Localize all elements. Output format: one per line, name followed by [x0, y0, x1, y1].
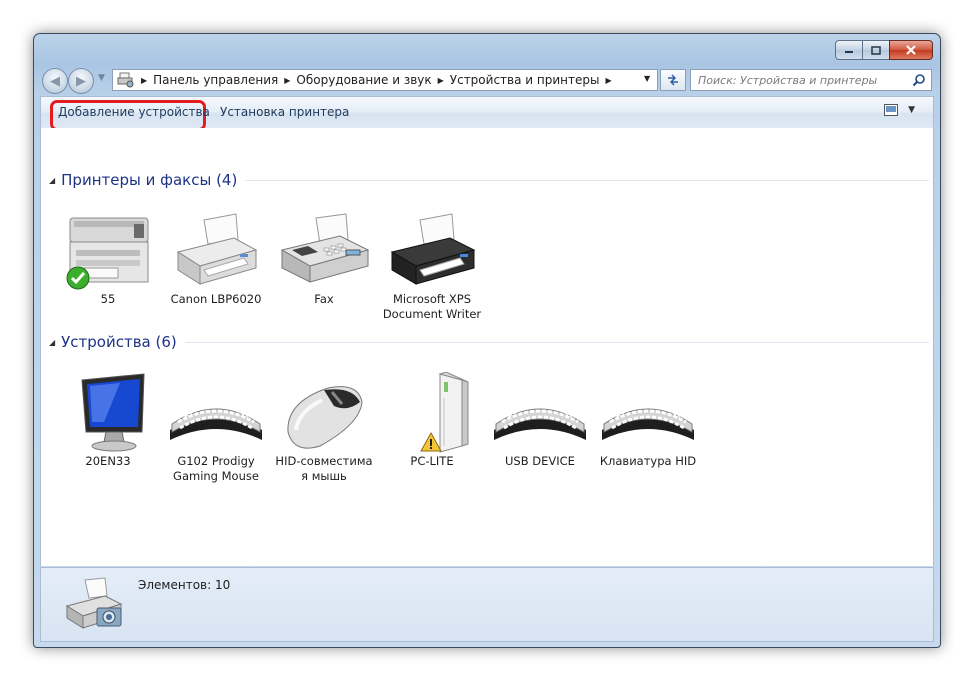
device-label: 20EN33	[85, 454, 131, 468]
device-label: Canon LBP6020	[170, 292, 262, 306]
back-arrow-icon: ◀	[50, 73, 60, 89]
close-icon	[906, 45, 916, 55]
forward-button[interactable]: ▶	[68, 68, 94, 94]
explorer-window: ◀ ▶ ▼ ▶ Панель управления ▶ Оборудование…	[33, 33, 941, 648]
breadcrumb-hardware-sound[interactable]: Оборудование и звук	[296, 73, 431, 87]
group-divider	[184, 341, 929, 343]
group-divider	[245, 179, 929, 181]
chevron-right-icon[interactable]: ▶	[284, 76, 290, 85]
default-printer-check-icon	[66, 266, 90, 290]
minimize-icon	[845, 51, 853, 53]
address-dropdown-icon[interactable]: ▼	[644, 74, 650, 83]
back-button[interactable]: ◀	[42, 68, 68, 94]
recent-pages-dropdown-icon[interactable]: ▼	[98, 73, 105, 83]
breadcrumb-control-panel[interactable]: Панель управления	[153, 73, 278, 87]
monitor-icon	[56, 372, 160, 454]
device-label: Клавиатура HID	[599, 454, 697, 468]
device-label: Microsoft XPS	[392, 292, 472, 306]
maximize-icon	[871, 45, 881, 55]
breadcrumb-devices-printers[interactable]: Устройства и принтеры	[450, 73, 600, 87]
group-title-printers: Принтеры и факсы (4)	[61, 171, 238, 189]
chevron-right-icon[interactable]: ▶	[141, 76, 147, 85]
item-count-status: Элементов: 10	[138, 578, 231, 592]
maximize-button[interactable]	[862, 40, 890, 60]
view-dropdown-icon[interactable]: ▼	[908, 105, 915, 115]
device-label: USB DEVICE	[505, 454, 575, 468]
window-controls	[835, 40, 933, 60]
device-label: 55	[100, 292, 116, 306]
group-title-devices: Устройства (6)	[61, 333, 177, 351]
keyboard-icon	[488, 372, 592, 454]
mfp-printer-icon	[56, 210, 160, 292]
change-view-button[interactable]: ▼	[884, 104, 915, 116]
device-item-20en33[interactable]: 20EN33	[56, 372, 160, 469]
fax-icon	[272, 210, 376, 292]
device-label: Fax	[314, 292, 334, 306]
device-item-55[interactable]: 55	[56, 210, 160, 307]
device-item-hid-keyboard[interactable]: Клавиатура HID	[596, 372, 700, 469]
device-item-g102-prodigy[interactable]: G102 Prodigy Gaming Mouse	[164, 372, 268, 484]
device-item-canon-lbp6020[interactable]: Canon LBP6020	[164, 210, 268, 307]
mouse-icon	[272, 372, 376, 454]
view-options-icon	[884, 104, 899, 116]
add-printer-button[interactable]: Установка принтера	[220, 105, 349, 119]
device-label-line2: Gaming Mouse	[173, 469, 259, 483]
device-label: PC-LITE	[410, 454, 454, 468]
devices-printers-large-icon	[65, 577, 123, 629]
warning-icon	[420, 432, 442, 452]
device-label: G102 Prodigy	[177, 454, 255, 468]
chevron-right-icon[interactable]: ▶	[605, 76, 611, 85]
device-item-pc-lite[interactable]: PC-LITE	[380, 372, 484, 469]
close-button[interactable]	[889, 40, 933, 60]
keyboard-icon	[596, 372, 700, 454]
search-input[interactable]: Поиск: Устройства и принтеры	[690, 69, 932, 91]
group-header-printers[interactable]: ◢ Принтеры и факсы (4)	[49, 170, 929, 190]
device-label-line2: я мышь	[301, 469, 347, 483]
device-item-hid-mouse[interactable]: HID-совместима я мышь	[272, 372, 376, 484]
forward-arrow-icon: ▶	[76, 73, 86, 89]
minimize-button[interactable]	[835, 40, 863, 60]
chevron-right-icon[interactable]: ▶	[438, 76, 444, 85]
devices-printers-folder-icon	[117, 72, 134, 88]
device-item-microsoft-xps[interactable]: Microsoft XPS Document Writer	[380, 210, 484, 322]
collapse-triangle-icon[interactable]: ◢	[49, 338, 55, 347]
refresh-button[interactable]	[660, 69, 686, 91]
device-item-usb-device[interactable]: USB DEVICE	[488, 372, 592, 469]
command-bar: Добавление устройства Установка принтера…	[40, 96, 934, 131]
refresh-icon	[668, 74, 678, 86]
pc-tower-icon	[380, 372, 484, 454]
details-pane: Элементов: 10	[40, 567, 934, 642]
device-label: HID-совместима	[275, 454, 373, 468]
search-placeholder: Поиск: Устройства и принтеры	[698, 73, 878, 87]
printer-icon	[164, 210, 268, 292]
address-bar[interactable]: ▶ Панель управления ▶ Оборудование и зву…	[112, 69, 658, 91]
device-list-pane: ◢ Принтеры и факсы (4) 55 Canon LBP6020 …	[40, 128, 934, 566]
search-icon[interactable]	[912, 73, 926, 87]
device-item-fax[interactable]: Fax	[272, 210, 376, 307]
collapse-triangle-icon[interactable]: ◢	[49, 176, 55, 185]
add-device-button[interactable]: Добавление устройства	[58, 105, 210, 119]
device-label-line2: Document Writer	[382, 307, 482, 321]
keyboard-icon	[164, 372, 268, 454]
navigation-bar: ◀ ▶ ▼ ▶ Панель управления ▶ Оборудование…	[40, 67, 934, 94]
printer-icon	[380, 210, 484, 292]
group-header-devices[interactable]: ◢ Устройства (6)	[49, 332, 929, 352]
